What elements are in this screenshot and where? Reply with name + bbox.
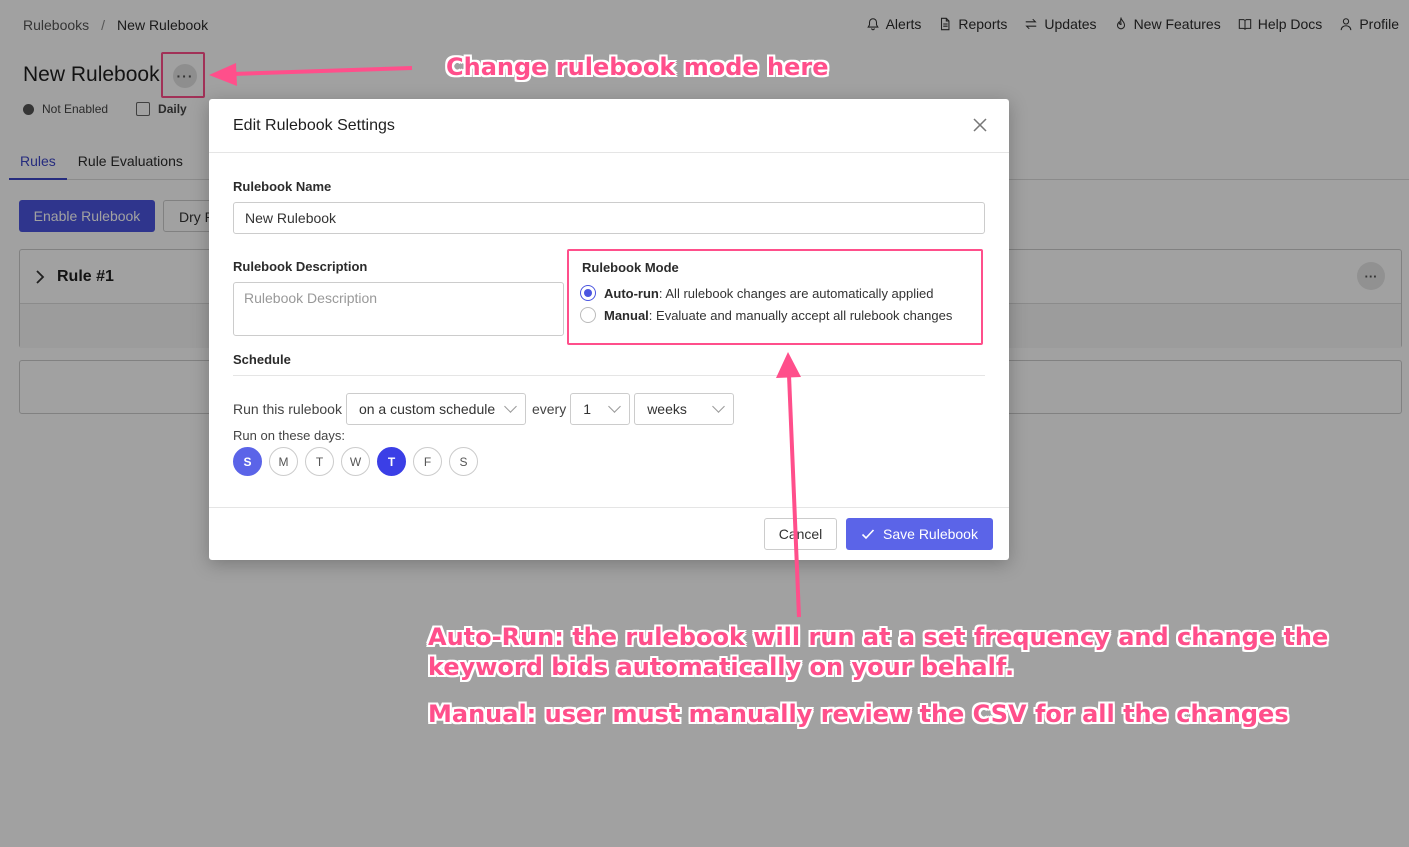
cancel-button[interactable]: Cancel <box>764 518 837 550</box>
auto-run-desc: : All rulebook changes are automatically… <box>658 285 934 301</box>
interval-unit-select[interactable]: weeks <box>634 393 735 425</box>
day-thursday[interactable]: T <box>377 447 406 476</box>
auto-run-text: Auto-run: All rulebook changes are autom… <box>604 286 934 301</box>
manual-desc: : Evaluate and manually accept all ruleb… <box>648 307 953 323</box>
schedule-divider <box>233 375 985 376</box>
run-prefix-text: Run this rulebook <box>233 401 342 417</box>
day-monday[interactable]: M <box>269 447 298 476</box>
annotation-auto-run: Auto-Run: the rulebook will run at a set… <box>428 622 1328 682</box>
rulebook-mode-label: Rulebook Mode <box>582 260 679 275</box>
manual-text: Manual: Evaluate and manually accept all… <box>604 308 952 323</box>
close-icon <box>973 118 987 132</box>
save-rulebook-label: Save Rulebook <box>883 526 978 542</box>
rulebook-name-input[interactable] <box>233 202 985 234</box>
auto-run-name: Auto-run <box>604 285 659 301</box>
run-days-label: Run on these days: <box>233 428 346 443</box>
schedule-row: Run this rulebook on a custom schedule e… <box>233 393 735 425</box>
every-text: every <box>531 401 567 417</box>
interval-value-select[interactable]: 1 <box>570 393 631 425</box>
mode-option-auto-run[interactable]: Auto-run: All rulebook changes are autom… <box>580 285 934 301</box>
check-icon <box>861 529 875 540</box>
chevron-down-icon <box>504 400 517 413</box>
auto-run-radio[interactable] <box>580 285 596 301</box>
manual-name: Manual <box>604 307 649 323</box>
interval-unit: weeks <box>647 401 687 417</box>
schedule-type-select[interactable]: on a custom schedule <box>345 393 526 425</box>
schedule-label: Schedule <box>233 352 291 367</box>
day-friday[interactable]: F <box>413 447 442 476</box>
modal-footer: Cancel Save Rulebook <box>209 507 1009 560</box>
rulebook-name-label: Rulebook Name <box>233 179 332 194</box>
day-wednesday[interactable]: W <box>341 447 370 476</box>
day-tuesday[interactable]: T <box>305 447 334 476</box>
annotation-manual: Manual: user must manually review the CS… <box>428 700 1289 728</box>
save-rulebook-button[interactable]: Save Rulebook <box>846 518 993 550</box>
day-picker: S M T W T F S <box>233 447 478 476</box>
modal-title: Edit Rulebook Settings <box>233 117 395 134</box>
day-sunday[interactable]: S <box>233 447 262 476</box>
manual-radio[interactable] <box>580 307 596 323</box>
modal-header: Edit Rulebook Settings <box>209 99 1009 153</box>
mode-option-manual[interactable]: Manual: Evaluate and manually accept all… <box>580 307 952 323</box>
chevron-down-icon <box>712 400 726 413</box>
chevron-down-icon <box>608 400 622 413</box>
rulebook-mode-section: Rulebook Mode Auto-run: All rulebook cha… <box>567 249 983 345</box>
annotation-change-mode: Change rulebook mode here <box>446 53 829 81</box>
rulebook-description-input[interactable]: Rulebook Description <box>233 282 564 336</box>
schedule-type-value: on a custom schedule <box>358 401 496 417</box>
rulebook-description-label: Rulebook Description <box>233 259 368 274</box>
annotation-auto-run-line2: keyword bids automatically on your behal… <box>428 653 1015 681</box>
interval-value: 1 <box>583 401 591 417</box>
edit-rulebook-modal: Edit Rulebook Settings Rulebook Name Rul… <box>209 99 1009 560</box>
annotation-auto-run-line1: Auto-Run: the rulebook will run at a set… <box>428 623 1329 651</box>
close-button[interactable] <box>971 116 989 134</box>
day-saturday[interactable]: S <box>449 447 478 476</box>
